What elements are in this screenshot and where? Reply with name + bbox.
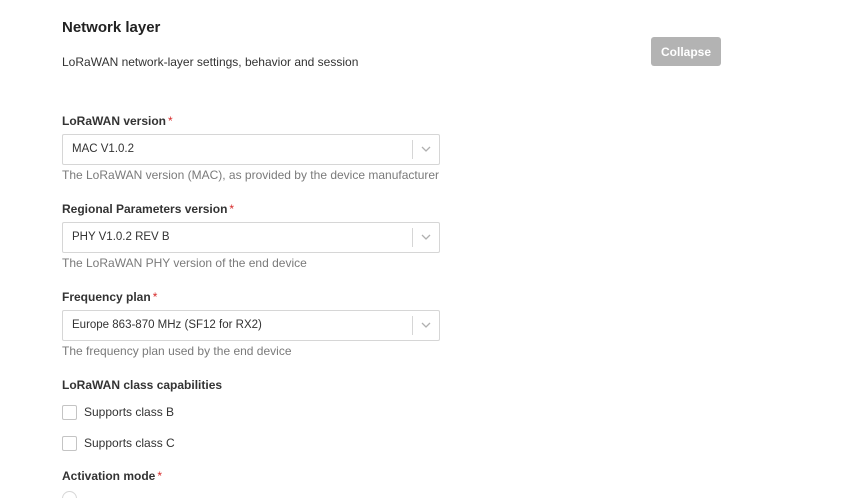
- lorawan-version-select[interactable]: MAC V1.0.2: [62, 134, 440, 165]
- regional-parameters-label: Regional Parameters version *: [62, 202, 234, 216]
- supports-class-b-checkbox[interactable]: [62, 405, 77, 420]
- network-layer-page: Network layer LoRaWAN network-layer sett…: [0, 0, 854, 498]
- required-marker: *: [168, 114, 173, 128]
- regional-parameters-hint: The LoRaWAN PHY version of the end devic…: [62, 256, 307, 270]
- activation-mode-label: Activation mode *: [62, 469, 162, 483]
- required-marker: *: [229, 202, 235, 216]
- supports-class-c-checkbox[interactable]: [62, 436, 77, 451]
- frequency-plan-label-text: Frequency plan: [62, 290, 151, 304]
- chevron-down-icon: [421, 234, 431, 240]
- supports-class-b-label[interactable]: Supports class B: [84, 405, 174, 419]
- regional-parameters-label-text: Regional Parameters version: [62, 202, 228, 216]
- select-separator: [412, 140, 413, 159]
- frequency-plan-label: Frequency plan *: [62, 290, 157, 304]
- chevron-down-icon: [421, 322, 431, 328]
- class-capabilities-label: LoRaWAN class capabilities: [62, 378, 223, 392]
- lorawan-version-label-text: LoRaWAN version: [62, 114, 167, 128]
- activation-mode-label-text: Activation mode: [62, 469, 156, 483]
- activation-mode-radio[interactable]: [62, 491, 77, 498]
- frequency-plan-value: Europe 863-870 MHz (SF12 for RX2): [72, 319, 262, 331]
- select-separator: [412, 228, 413, 247]
- regional-parameters-value: PHY V1.0.2 REV B: [72, 231, 170, 243]
- required-marker: *: [157, 469, 163, 483]
- collapse-button[interactable]: Collapse: [651, 37, 721, 66]
- supports-class-c-label[interactable]: Supports class C: [84, 436, 175, 450]
- lorawan-version-value: MAC V1.0.2: [72, 143, 134, 155]
- regional-parameters-select[interactable]: PHY V1.0.2 REV B: [62, 222, 440, 253]
- select-separator: [412, 316, 413, 335]
- section-subtitle: LoRaWAN network-layer settings, behavior…: [62, 55, 359, 69]
- chevron-down-icon: [421, 146, 431, 152]
- lorawan-version-label: LoRaWAN version *: [62, 114, 173, 128]
- required-marker: *: [152, 290, 158, 304]
- frequency-plan-select[interactable]: Europe 863-870 MHz (SF12 for RX2): [62, 310, 440, 341]
- section-title: Network layer: [62, 19, 161, 36]
- lorawan-version-hint: The LoRaWAN version (MAC), as provided b…: [62, 168, 440, 182]
- frequency-plan-hint: The frequency plan used by the end devic…: [62, 344, 292, 358]
